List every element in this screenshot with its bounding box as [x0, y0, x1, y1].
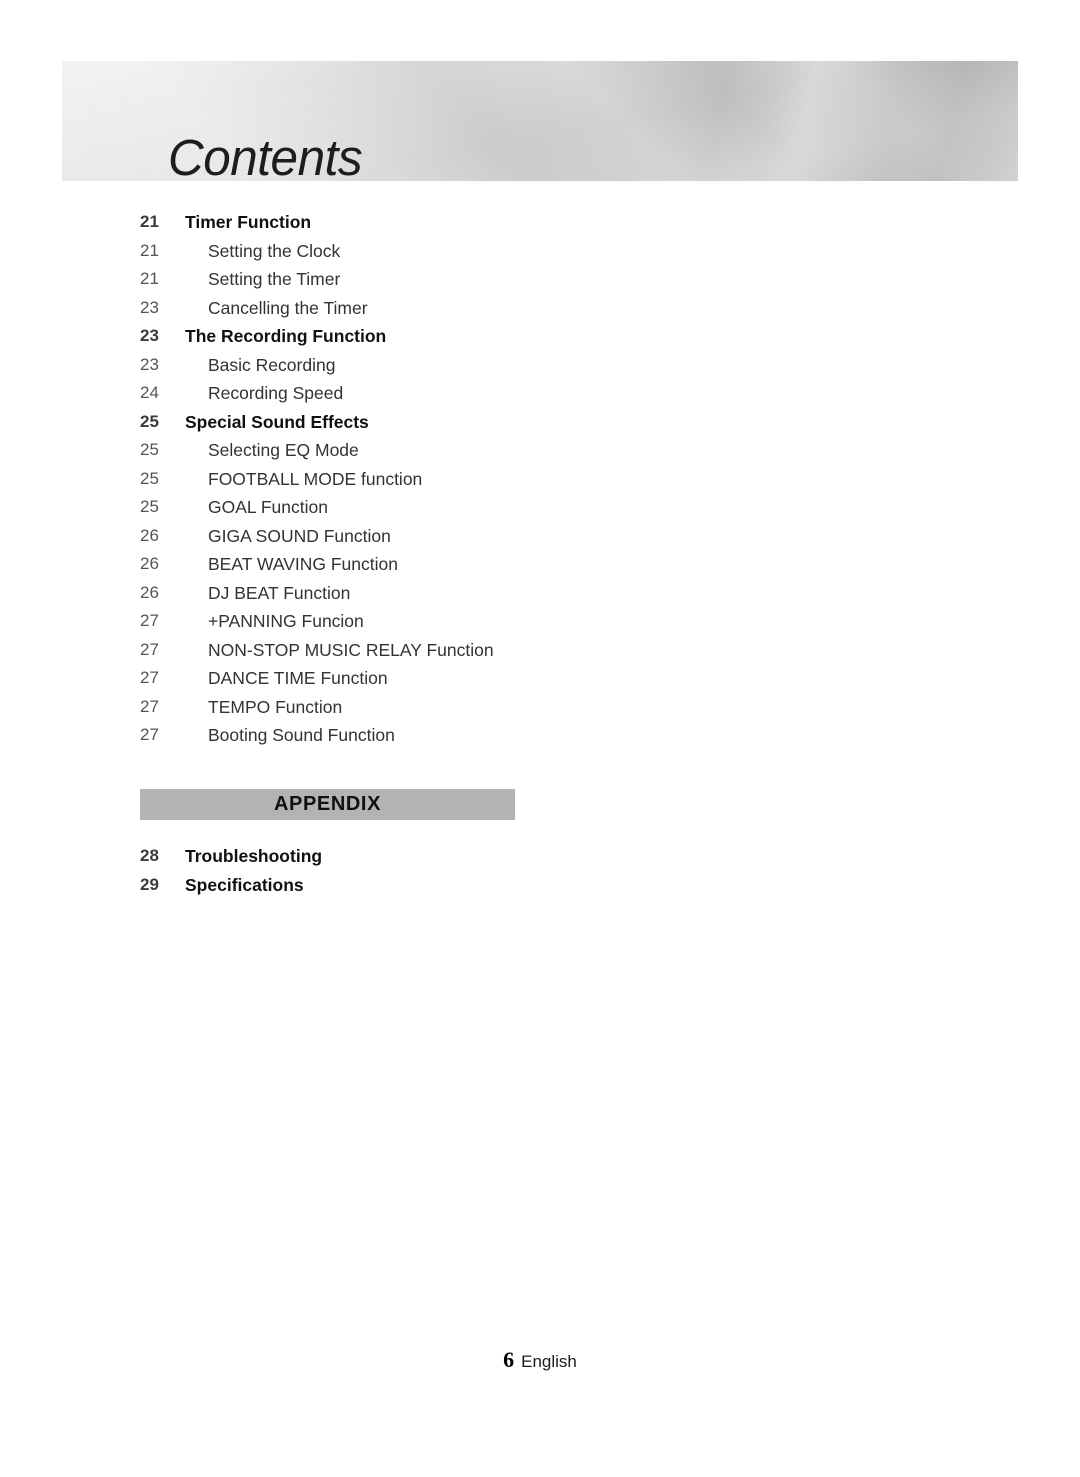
- toc-entry-page-number: 27: [140, 668, 159, 687]
- toc-entry-page-number: 26: [140, 525, 159, 545]
- appendix-section-bar: APPENDIX: [140, 789, 515, 820]
- toc-entry-row[interactable]: 25 Selecting EQ Mode: [0, 436, 1080, 465]
- toc-entry-page-number: 23: [140, 297, 159, 317]
- appendix-entry-label: Specifications: [185, 874, 304, 895]
- toc-entry-row[interactable]: 23 Cancelling the Timer: [0, 294, 1080, 323]
- toc-entry-label: Setting the Clock: [208, 240, 341, 261]
- toc-entry-page-number: 25: [140, 468, 159, 488]
- appendix-entry-row[interactable]: 28 Troubleshooting: [0, 842, 1080, 871]
- toc-entry-page-number: 27: [140, 696, 159, 716]
- toc-entry-page-number: 25: [140, 411, 159, 431]
- footer-page-number: 6: [503, 1347, 515, 1372]
- toc-entry-label: Selecting EQ Mode: [208, 440, 359, 460]
- toc-entry-page-number: 23: [140, 326, 159, 345]
- toc-entry-label: GOAL Function: [208, 497, 328, 517]
- toc-entry-page-number: 26: [140, 582, 159, 602]
- toc-entry-page-number: 23: [140, 354, 159, 374]
- toc-entry-label: Timer Function: [185, 212, 312, 232]
- toc-entry-page-number: 21: [140, 269, 159, 288]
- toc-entry-page-number: 21: [140, 212, 159, 231]
- toc-entry-label: Recording Speed: [208, 383, 344, 403]
- toc-entry-row[interactable]: 27 DANCE TIME Function: [0, 664, 1080, 693]
- toc-entry-label: Special Sound Effects: [185, 411, 369, 432]
- toc-entry-row[interactable]: 27 NON-STOP MUSIC RELAY Function: [0, 636, 1080, 665]
- toc-entry-row[interactable]: 25 GOAL Function: [0, 493, 1080, 522]
- appendix-entry-page-number: 28: [140, 846, 159, 865]
- toc-entry-row[interactable]: 21 Setting the Clock: [0, 237, 1080, 266]
- toc-entry-label: The Recording Function: [185, 326, 387, 346]
- toc-entry-label: NON-STOP MUSIC RELAY Function: [208, 639, 494, 660]
- footer-language-label: English: [521, 1352, 577, 1371]
- toc-entry-row[interactable]: 27 +PANNING Funcion: [0, 607, 1080, 636]
- toc-entry-label: Cancelling the Timer: [208, 297, 368, 318]
- toc-entry-label: +PANNING Funcion: [208, 611, 364, 631]
- toc-entry-label: Setting the Timer: [208, 269, 341, 289]
- toc-entry-label: GIGA SOUND Function: [208, 525, 391, 546]
- toc-entry-page-number: 25: [140, 440, 159, 459]
- toc-entry-label: Booting Sound Function: [208, 725, 395, 745]
- toc-entry-row[interactable]: 25 Special Sound Effects: [0, 408, 1080, 437]
- toc-entry-row[interactable]: 26 BEAT WAVING Function: [0, 550, 1080, 579]
- table-of-contents: 21 Timer Function 21 Setting the Clock 21 Set…: [0, 208, 1080, 750]
- toc-entry-page-number: 26: [140, 554, 159, 573]
- toc-entry-page-number: 27: [140, 639, 159, 659]
- toc-entry-row[interactable]: 23 The Recording Function: [0, 322, 1080, 351]
- toc-entry-row[interactable]: 26 DJ BEAT Function: [0, 579, 1080, 608]
- toc-entry-label: DJ BEAT Function: [208, 582, 351, 603]
- appendix-entry-row[interactable]: 29 Specifications: [0, 871, 1080, 900]
- appendix-entry-label: Troubleshooting: [185, 846, 323, 866]
- toc-entry-label: BEAT WAVING Function: [208, 554, 398, 574]
- toc-entry-row[interactable]: 24 Recording Speed: [0, 379, 1080, 408]
- toc-entry-page-number: 27: [140, 725, 159, 744]
- toc-entry-row[interactable]: 27 TEMPO Function: [0, 693, 1080, 722]
- toc-entry-page-number: 24: [140, 383, 159, 402]
- appendix-entry-list: 28 Troubleshooting 29 Specifications: [0, 842, 1080, 899]
- toc-entry-label: FOOTBALL MODE function: [208, 468, 423, 489]
- toc-entry-row[interactable]: 26 GIGA SOUND Function: [0, 522, 1080, 551]
- toc-entry-row[interactable]: 23 Basic Recording: [0, 351, 1080, 380]
- toc-entry-row[interactable]: 21 Timer Function: [0, 208, 1080, 237]
- appendix-heading: APPENDIX: [273, 793, 382, 815]
- appendix-entry-page-number: 29: [140, 874, 159, 894]
- page-title: Contents: [168, 129, 363, 186]
- toc-entry-row[interactable]: 27 Booting Sound Function: [0, 721, 1080, 750]
- toc-entry-row[interactable]: 25 FOOTBALL MODE function: [0, 465, 1080, 494]
- toc-entry-page-number: 21: [140, 240, 159, 260]
- page-footer: 6 English: [0, 1347, 1080, 1373]
- toc-entry-page-number: 27: [140, 611, 159, 630]
- toc-entry-row[interactable]: 21 Setting the Timer: [0, 265, 1080, 294]
- toc-entry-label: TEMPO Function: [208, 696, 343, 717]
- toc-entry-label: DANCE TIME Function: [208, 668, 388, 688]
- toc-entry-label: Basic Recording: [208, 354, 336, 375]
- toc-entry-page-number: 25: [140, 497, 159, 516]
